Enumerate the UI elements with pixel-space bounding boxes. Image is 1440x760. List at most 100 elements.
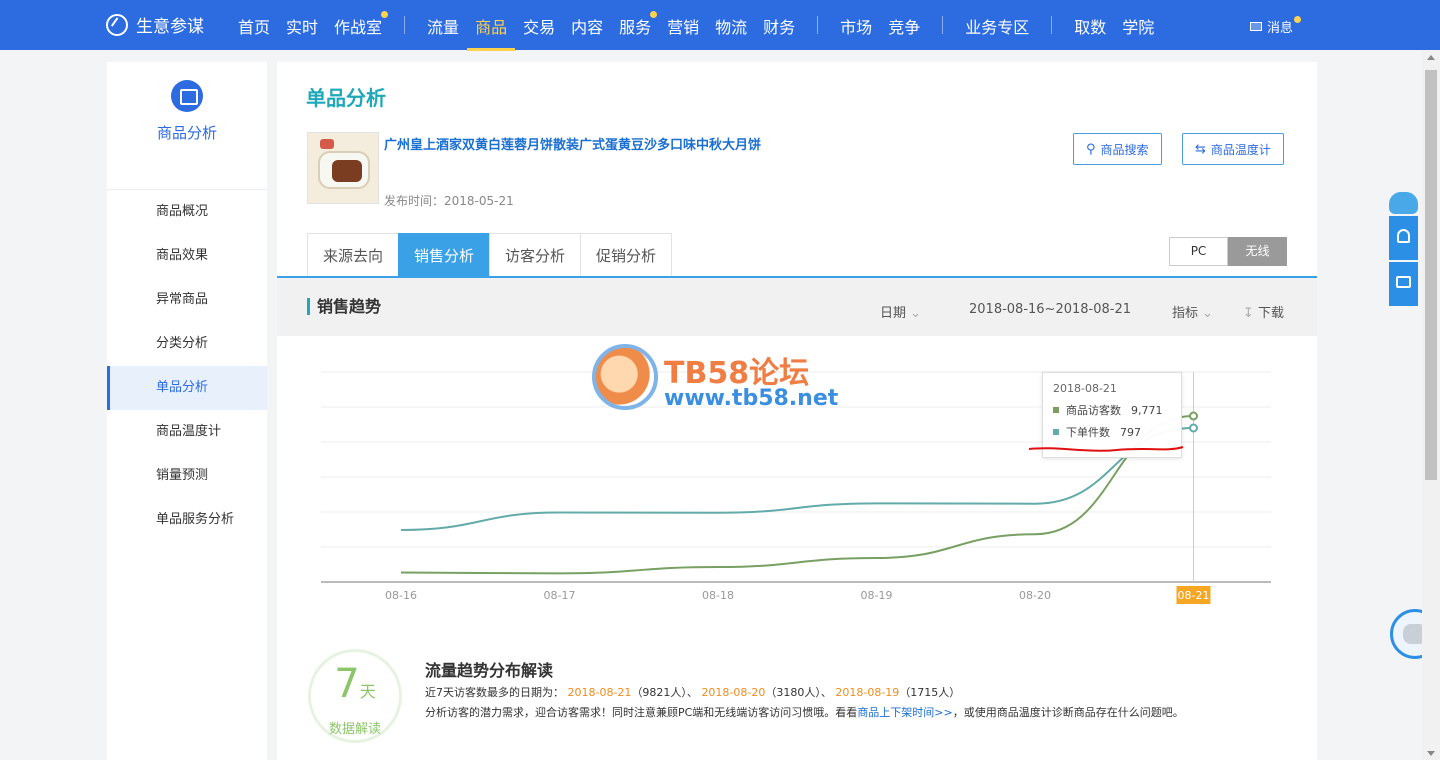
date-range[interactable]: 2018-08-16~2018-08-21 <box>969 302 1131 317</box>
tooltip-date: 2018-08-21 <box>1053 382 1117 395</box>
hand-logo-icon <box>592 344 658 410</box>
scroll-down-arrow-icon[interactable] <box>1427 751 1435 756</box>
page-scrollbar[interactable] <box>1422 50 1440 760</box>
tooltip-series-name: 下单件数 <box>1066 426 1110 439</box>
advice-suffix: ，或使用商品温度计诊断商品存在什么问题吧。 <box>952 706 1184 719</box>
scroll-thumb[interactable] <box>1425 70 1437 480</box>
nav-item-finance[interactable]: 财务 <box>755 14 803 38</box>
nav-item-content[interactable]: 内容 <box>563 14 611 38</box>
nav-divider <box>942 16 944 34</box>
tab-visitor[interactable]: 访客分析 <box>489 233 582 277</box>
notification-dot <box>1294 16 1301 23</box>
product-thermometer-button[interactable]: ⇆ 商品温度计 <box>1182 133 1284 165</box>
product-thermometer-label: 商品温度计 <box>1210 142 1271 157</box>
download-button[interactable]: ↧ 下载 <box>1243 302 1284 321</box>
main-panel: 单品分析 广州皇上酒家双黄白莲蓉月饼散装广式蛋黄豆沙多口味中秋大月饼 发布时间：… <box>277 62 1317 760</box>
nav-item-traffic[interactable]: 流量 <box>419 14 467 38</box>
swap-icon: ⇆ <box>1195 141 1206 157</box>
nav-item-label: 服务 <box>619 18 652 37</box>
nav-item-marketing[interactable]: 营销 <box>659 14 707 38</box>
top-date: 2018-08-19 <box>835 686 900 699</box>
nav-divider <box>1051 16 1053 34</box>
sidebar-item-thermometer[interactable]: 商品温度计 <box>107 410 267 454</box>
cloud-mascot-icon <box>1389 192 1418 214</box>
badge-number: 7天 <box>311 658 399 718</box>
product-name[interactable]: 广州皇上酒家双黄白莲蓉月饼散装广式蛋黄豆沙多口味中秋大月饼 <box>384 134 761 153</box>
nav-item-academy[interactable]: 学院 <box>1114 14 1162 38</box>
nav-item-realtime[interactable]: 实时 <box>278 14 326 38</box>
advice-text: 分析访客的潜力需求，迎合访客需求！同时注意兼顾PC端和无线端访客访问习惯哦。看看 <box>425 706 858 719</box>
interpretation-advice: 分析访客的潜力需求，迎合访客需求！同时注意兼顾PC端和无线端访客访问习惯哦。看看… <box>425 704 1184 720</box>
tooltip-series-value: 9,771 <box>1131 403 1163 417</box>
product-search-button[interactable]: ⚲ 商品搜索 <box>1073 133 1162 165</box>
chevron-down-icon: ⌄ <box>1202 306 1214 321</box>
message-label: 消息 <box>1266 21 1293 36</box>
notification-dot <box>650 11 658 18</box>
top-date-count: （1715人） <box>899 686 961 699</box>
sidebar-item-category[interactable]: 分类分析 <box>107 322 267 366</box>
chart-tooltip: 2018-08-21 商品访客数 9,771 下单件数 797 <box>1028 372 1184 458</box>
product-search-label: 商品搜索 <box>1100 142 1149 157</box>
search-icon: ⚲ <box>1086 141 1096 157</box>
chevron-down-icon: ⌄ <box>910 306 922 321</box>
nav-item-home[interactable]: 首页 <box>230 14 278 38</box>
chat-float-button[interactable] <box>1389 262 1418 306</box>
brand-name: 生意参谋 <box>136 17 204 37</box>
x-tick-label: 08-19 <box>861 589 893 602</box>
compass-icon <box>106 13 128 36</box>
data-point[interactable] <box>1189 423 1198 433</box>
date-dropdown[interactable]: 日期 ⌄ <box>880 302 921 321</box>
sidebar-item-abnormal[interactable]: 异常商品 <box>107 278 267 322</box>
metric-dropdown[interactable]: 指标 ⌄ <box>1172 302 1213 321</box>
message-button[interactable]: 消息 <box>1249 16 1301 36</box>
sidebar-item-service-analysis[interactable]: 单品服务分析 <box>107 498 267 542</box>
sidebar-item-effect[interactable]: 商品效果 <box>107 234 267 278</box>
tab-promotion[interactable]: 促销分析 <box>580 233 673 277</box>
sidebar: 商品分析 商品概况 商品效果 异常商品 分类分析 单品分析 商品温度计 销量预测… <box>107 62 267 760</box>
nav-item-business-zone[interactable]: 业务专区 <box>957 14 1037 38</box>
envelope-icon <box>1249 22 1262 31</box>
download-label: 下载 <box>1258 306 1285 321</box>
shopping-bag-icon <box>171 80 203 112</box>
brand[interactable]: 生意参谋 <box>106 12 204 37</box>
data-point[interactable] <box>1189 411 1198 421</box>
watermark-url: www.tb58.net <box>664 386 839 411</box>
x-tick-label: 08-21 <box>1178 589 1210 602</box>
sidebar-item-overview[interactable]: 商品概况 <box>107 190 267 234</box>
tab-sales[interactable]: 销售分析 <box>398 233 491 277</box>
interpretation-top-dates: 近7天访客数最多的日期为： 2018-08-21（9821人）、 2018-08… <box>425 684 960 700</box>
device-pc-button[interactable]: PC <box>1169 237 1228 266</box>
nav-item-market[interactable]: 市场 <box>832 14 880 38</box>
device-switch: PC 无线 <box>1169 237 1287 266</box>
product-image[interactable] <box>307 132 379 204</box>
badge-unit: 天 <box>359 682 376 701</box>
nav-item-competition[interactable]: 竞争 <box>880 14 928 38</box>
tab-source[interactable]: 来源去向 <box>307 233 400 277</box>
legend-swatch <box>1053 407 1059 413</box>
notification-float-button[interactable] <box>1389 216 1418 260</box>
top-navbar: 生意参谋 首页 实时 作战室 流量 商品 交易 内容 服务 营销 物流 财务 市… <box>0 0 1440 51</box>
badge-digit: 7 <box>334 661 360 707</box>
device-wireless-button[interactable]: 无线 <box>1228 237 1287 266</box>
nav-item-trade[interactable]: 交易 <box>515 14 563 38</box>
publish-date: 发布时间：2018-05-21 <box>384 194 514 208</box>
x-tick-label: 08-17 <box>544 589 576 602</box>
top-date-count: （9821人）、 <box>631 686 698 699</box>
nav-item-goods[interactable]: 商品 <box>467 14 516 51</box>
sidebar-header: 商品分析 <box>107 80 267 190</box>
download-icon: ↧ <box>1243 306 1254 321</box>
mooncake-accent-shape <box>320 139 334 149</box>
nav-item-label: 作战室 <box>334 18 383 37</box>
nav-item-logistics[interactable]: 物流 <box>707 14 755 38</box>
scroll-up-arrow-icon[interactable] <box>1427 55 1435 60</box>
notification-dot <box>381 11 389 18</box>
sidebar-item-sales-forecast[interactable]: 销量预测 <box>107 454 267 498</box>
nav-item-service[interactable]: 服务 <box>611 11 659 38</box>
sidebar-item-single-product[interactable]: 单品分析 <box>107 366 267 410</box>
analysis-tabs: 来源去向 销售分析 访客分析 促销分析 <box>307 233 673 277</box>
listing-time-link[interactable]: 商品上下架时间>> <box>857 706 952 719</box>
legend-swatch <box>1053 429 1059 435</box>
nav-item-warroom[interactable]: 作战室 <box>326 11 390 38</box>
nav-item-data-fetch[interactable]: 取数 <box>1066 14 1114 38</box>
badge-label: 数据解读 <box>328 722 381 737</box>
